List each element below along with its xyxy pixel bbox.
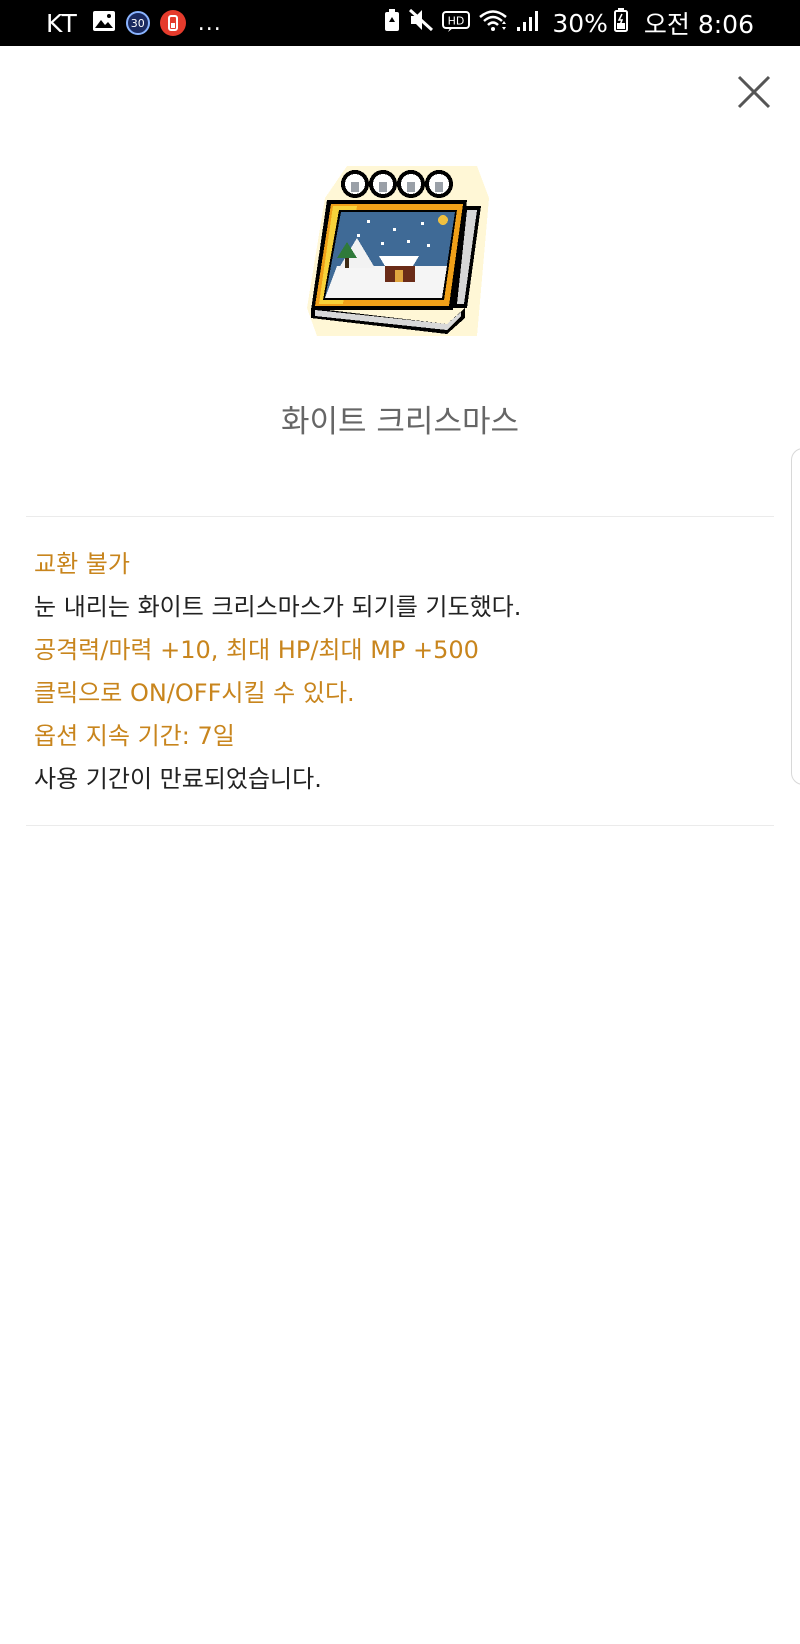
- gallery-icon: [92, 9, 116, 38]
- status-bar: KT 30 ... HD 30% 오전 8:06: [0, 0, 800, 46]
- hd-label: HD: [448, 14, 465, 27]
- flavor-text: 눈 내리는 화이트 크리스마스가 되기를 기도했다.: [34, 593, 522, 621]
- more-notifications-indicator: ...: [197, 10, 222, 36]
- battery-saver-icon: [384, 8, 400, 38]
- close-icon: [737, 75, 771, 109]
- clock: 오전 8:06: [643, 10, 754, 39]
- expired-text: 사용 기간이 만료되었습니다.: [34, 765, 322, 793]
- stat-bonus-text: 공격력/마력 +10, 최대 HP/최대 MP +500: [34, 636, 479, 664]
- signal-icon: [516, 9, 540, 38]
- battery-icon: [613, 8, 628, 38]
- notebook-calendar-icon: [307, 166, 489, 336]
- item-title: 화이트 크리스마스: [280, 404, 519, 440]
- hd-voice-icon: HD: [442, 9, 471, 38]
- battery-percent: 30%: [552, 8, 608, 38]
- close-button[interactable]: [734, 72, 774, 112]
- toggle-hint-text: 클릭으로 ON/OFF시킬 수 있다.: [34, 679, 355, 707]
- status-bar-left: KT 30 ...: [46, 0, 222, 46]
- trade-restriction-text: 교환 불가: [34, 550, 130, 578]
- carrier-label: KT: [46, 8, 78, 38]
- status-bar-right: HD 30% 오전 8:06: [384, 0, 754, 46]
- bottom-divider: [26, 825, 774, 826]
- mute-icon: [408, 8, 434, 38]
- notification-red-icon: [159, 10, 186, 36]
- top-divider: [26, 516, 774, 517]
- item-description: 교환 불가 눈 내리는 화이트 크리스마스가 되기를 기도했다. 공격력/마력 …: [34, 543, 764, 801]
- item-image: [297, 158, 507, 358]
- calendar-badge-icon: 30: [125, 11, 150, 35]
- wifi-icon: [478, 8, 508, 38]
- edge-panel-handle[interactable]: [791, 448, 800, 785]
- option-duration-text: 옵션 지속 기간: 7일: [34, 722, 235, 750]
